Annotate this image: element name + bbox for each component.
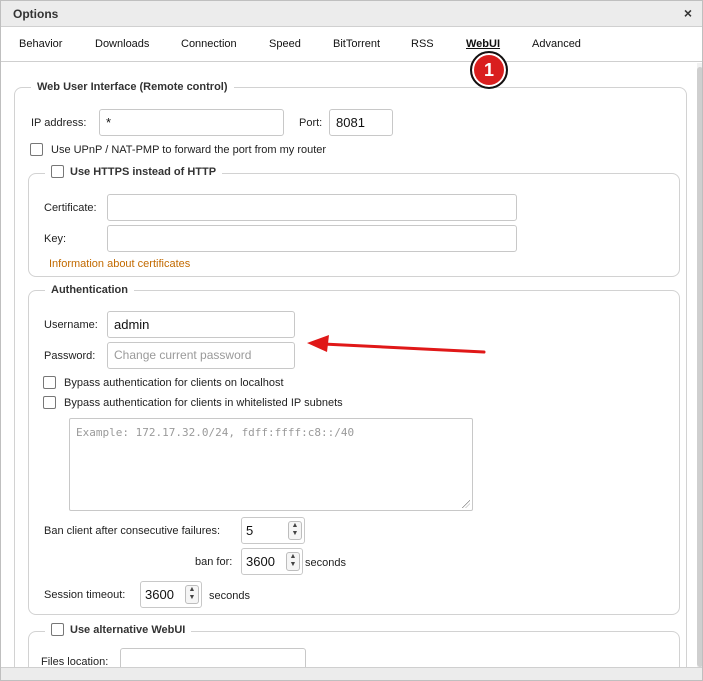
stepper-arrows-icon[interactable]: ▲ ▼ (286, 552, 300, 571)
ip-address-input[interactable]: * (99, 109, 284, 136)
ban-failures-value: 5 (246, 523, 254, 538)
session-timeout-label: Session timeout: (44, 589, 126, 601)
files-location-input[interactable] (120, 648, 306, 667)
files-location-label: Files location: (41, 656, 109, 667)
dialog-bottom-bar (1, 667, 702, 680)
port-input[interactable]: 8081 (329, 109, 393, 136)
upnp-checkbox[interactable] (30, 143, 43, 156)
username-label: Username: (44, 319, 98, 331)
https-checkbox[interactable] (51, 165, 64, 178)
bypass-localhost-label: Bypass authentication for clients on loc… (64, 376, 284, 389)
tab-speed[interactable]: Speed (269, 38, 301, 50)
ban-failures-stepper[interactable]: 5 ▲ ▼ (241, 517, 305, 544)
options-dialog: Options × Behavior Downloads Connection … (0, 0, 703, 681)
whitelist-placeholder: Example: 172.17.32.0/24, fdff:ffff:c8::/… (76, 426, 355, 439)
vertical-scrollbar[interactable] (697, 63, 702, 667)
ip-address-label: IP address: (31, 117, 87, 129)
certificate-label: Certificate: (44, 202, 97, 214)
bypass-whitelist-checkbox[interactable] (43, 396, 56, 409)
alternative-webui-checkbox[interactable] (51, 623, 64, 636)
certificate-input[interactable] (107, 194, 517, 221)
ban-failures-label: Ban client after consecutive failures: (44, 525, 221, 537)
tab-webui[interactable]: WebUI (466, 38, 500, 50)
tab-rss[interactable]: RSS (411, 38, 434, 50)
upnp-option[interactable]: Use UPnP / NAT-PMP to forward the port f… (30, 143, 326, 156)
tab-behavior[interactable]: Behavior (19, 38, 62, 50)
scrollbar-thumb[interactable] (697, 67, 702, 667)
webui-legend: Web User Interface (Remote control) (37, 81, 228, 93)
authentication-legend: Authentication (51, 284, 128, 296)
close-icon[interactable]: × (684, 6, 692, 20)
tab-bar: Behavior Downloads Connection Speed BitT… (1, 28, 702, 62)
bypass-whitelist-option[interactable]: Bypass authentication for clients in whi… (43, 396, 343, 409)
username-input[interactable]: admin (107, 311, 295, 338)
upnp-label: Use UPnP / NAT-PMP to forward the port f… (51, 143, 327, 156)
resize-grip-icon[interactable] (462, 500, 470, 508)
https-legend[interactable]: Use HTTPS instead of HTTP (45, 165, 222, 181)
red-arrow-icon (307, 335, 486, 354)
certificates-info-link[interactable]: Information about certificates (49, 258, 190, 270)
password-input[interactable]: Change current password (107, 342, 295, 369)
bypass-localhost-checkbox[interactable] (43, 376, 56, 389)
tab-bittorrent[interactable]: BitTorrent (333, 38, 380, 50)
whitelist-textarea[interactable]: Example: 172.17.32.0/24, fdff:ffff:c8::/… (69, 418, 473, 511)
stepper-arrows-icon[interactable]: ▲ ▼ (185, 585, 199, 604)
dialog-title: Options (13, 7, 59, 21)
session-timeout-unit: seconds (209, 590, 250, 602)
session-timeout-value: 3600 (145, 587, 174, 602)
step-number-badge: 1 (470, 51, 508, 89)
tab-downloads[interactable]: Downloads (95, 38, 149, 50)
key-input[interactable] (107, 225, 517, 252)
ban-duration-unit: seconds (305, 557, 346, 569)
tab-connection[interactable]: Connection (181, 38, 237, 50)
webui-settings-panel: Web User Interface (Remote control) IP a… (1, 63, 697, 667)
port-label: Port: (299, 117, 323, 129)
session-timeout-stepper[interactable]: 3600 ▲ ▼ (140, 581, 202, 608)
ban-duration-label: ban for: (195, 556, 233, 568)
https-legend-label: Use HTTPS instead of HTTP (70, 165, 217, 178)
bypass-whitelist-label: Bypass authentication for clients in whi… (64, 396, 343, 409)
password-label: Password: (44, 350, 96, 362)
stepper-arrows-icon[interactable]: ▲ ▼ (288, 521, 302, 540)
ban-duration-value: 3600 (246, 554, 275, 569)
alternative-webui-legend[interactable]: Use alternative WebUI (45, 623, 191, 639)
key-label: Key: (44, 233, 67, 245)
tab-advanced[interactable]: Advanced (532, 38, 581, 50)
bypass-localhost-option[interactable]: Bypass authentication for clients on loc… (43, 376, 284, 389)
title-bar: Options × (1, 1, 702, 27)
ban-duration-stepper[interactable]: 3600 ▲ ▼ (241, 548, 303, 575)
alternative-webui-label: Use alternative WebUI (70, 623, 186, 636)
